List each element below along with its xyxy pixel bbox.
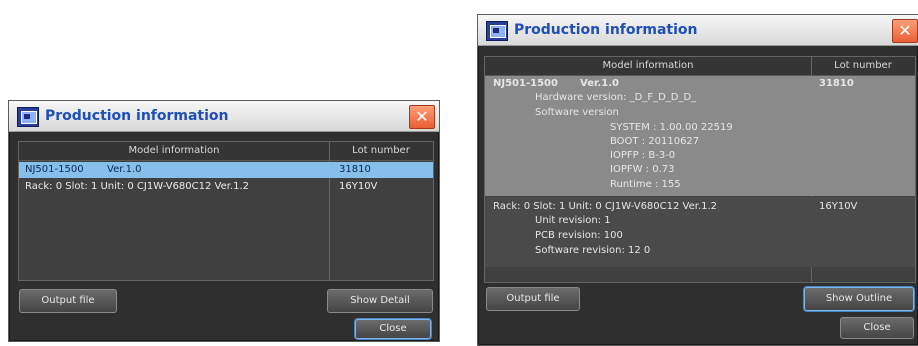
close-button[interactable]: Close xyxy=(840,317,914,339)
lot-cell: 31810 xyxy=(819,78,854,89)
software-boot: BOOT : 20110627 xyxy=(610,136,700,147)
production-info-list[interactable]: Model information Lot number NJ501-1500 … xyxy=(484,56,916,283)
dialog-title: Production information xyxy=(514,22,698,38)
list-item-nj501[interactable]: NJ501-1500 Ver.1.0 31810 xyxy=(19,162,433,178)
column-header-model: Model information xyxy=(128,145,220,156)
model-cell: NJ501-1500 xyxy=(493,78,558,89)
software-iopfw: IOPFW : 0.73 xyxy=(610,164,675,175)
app-icon xyxy=(486,21,508,41)
production-info-dialog-right: Production information ✕ Model informati… xyxy=(477,14,918,346)
lot-cell: 31810 xyxy=(339,164,371,175)
column-header-lot: Lot number xyxy=(834,60,892,71)
close-icon[interactable]: ✕ xyxy=(892,19,918,43)
app-icon xyxy=(17,107,39,127)
column-header-model: Model information xyxy=(602,60,694,71)
list-item-nj501[interactable]: NJ501-1500 Ver.1.0 31810 Hardware versio… xyxy=(485,76,915,196)
software-version-label: Software version xyxy=(535,107,619,118)
close-icon[interactable]: ✕ xyxy=(409,105,435,129)
hardware-version: Hardware version: _D_F_D_D_D_ xyxy=(535,92,697,103)
unit-revision: Unit revision: 1 xyxy=(535,215,611,226)
output-file-button[interactable]: Output file xyxy=(19,289,117,313)
title-bar[interactable]: Production information ✕ xyxy=(9,101,439,132)
list-item-cj1w[interactable]: Rack: 0 Slot: 1 Unit: 0 CJ1W-V680C12 Ver… xyxy=(19,179,433,195)
list-header: Model information Lot number xyxy=(485,57,915,76)
model-cell: Rack: 0 Slot: 1 Unit: 0 CJ1W-V680C12 Ver… xyxy=(25,181,250,192)
software-system: SYSTEM : 1.00.00 22519 xyxy=(610,122,733,133)
lot-cell: 16Y10V xyxy=(819,201,858,212)
title-bar[interactable]: Production information ✕ xyxy=(478,15,918,46)
lot-cell: 16Y10V xyxy=(339,181,378,192)
pcb-revision: PCB revision: 100 xyxy=(535,230,623,241)
list-item-cj1w[interactable]: Rack: 0 Slot: 1 Unit: 0 CJ1W-V680C12 Ver… xyxy=(485,197,915,267)
model-cell: Rack: 0 Slot: 1 Unit: 0 CJ1W-V680C12 Ver… xyxy=(493,201,718,212)
close-button[interactable]: Close xyxy=(355,319,431,339)
dialog-title: Production information xyxy=(45,108,229,124)
show-outline-button[interactable]: Show Outline xyxy=(804,287,914,311)
production-info-list[interactable]: Model information Lot number NJ501-1500 … xyxy=(18,141,434,281)
show-detail-button[interactable]: Show Detail xyxy=(327,289,433,313)
software-revision: Software revision: 12 0 xyxy=(535,245,651,256)
column-header-lot: Lot number xyxy=(352,145,410,156)
list-header: Model information Lot number xyxy=(19,142,433,161)
production-info-dialog-left: Production information ✕ Model informati… xyxy=(8,100,440,342)
version-cell: Ver.1.0 xyxy=(580,78,619,89)
software-runtime: Runtime : 155 xyxy=(610,179,681,190)
software-iopfp: IOPFP : B-3-0 xyxy=(610,150,676,161)
version-cell: Ver.1.0 xyxy=(107,164,142,175)
output-file-button[interactable]: Output file xyxy=(486,287,580,311)
model-cell: NJ501-1500 xyxy=(25,164,84,175)
